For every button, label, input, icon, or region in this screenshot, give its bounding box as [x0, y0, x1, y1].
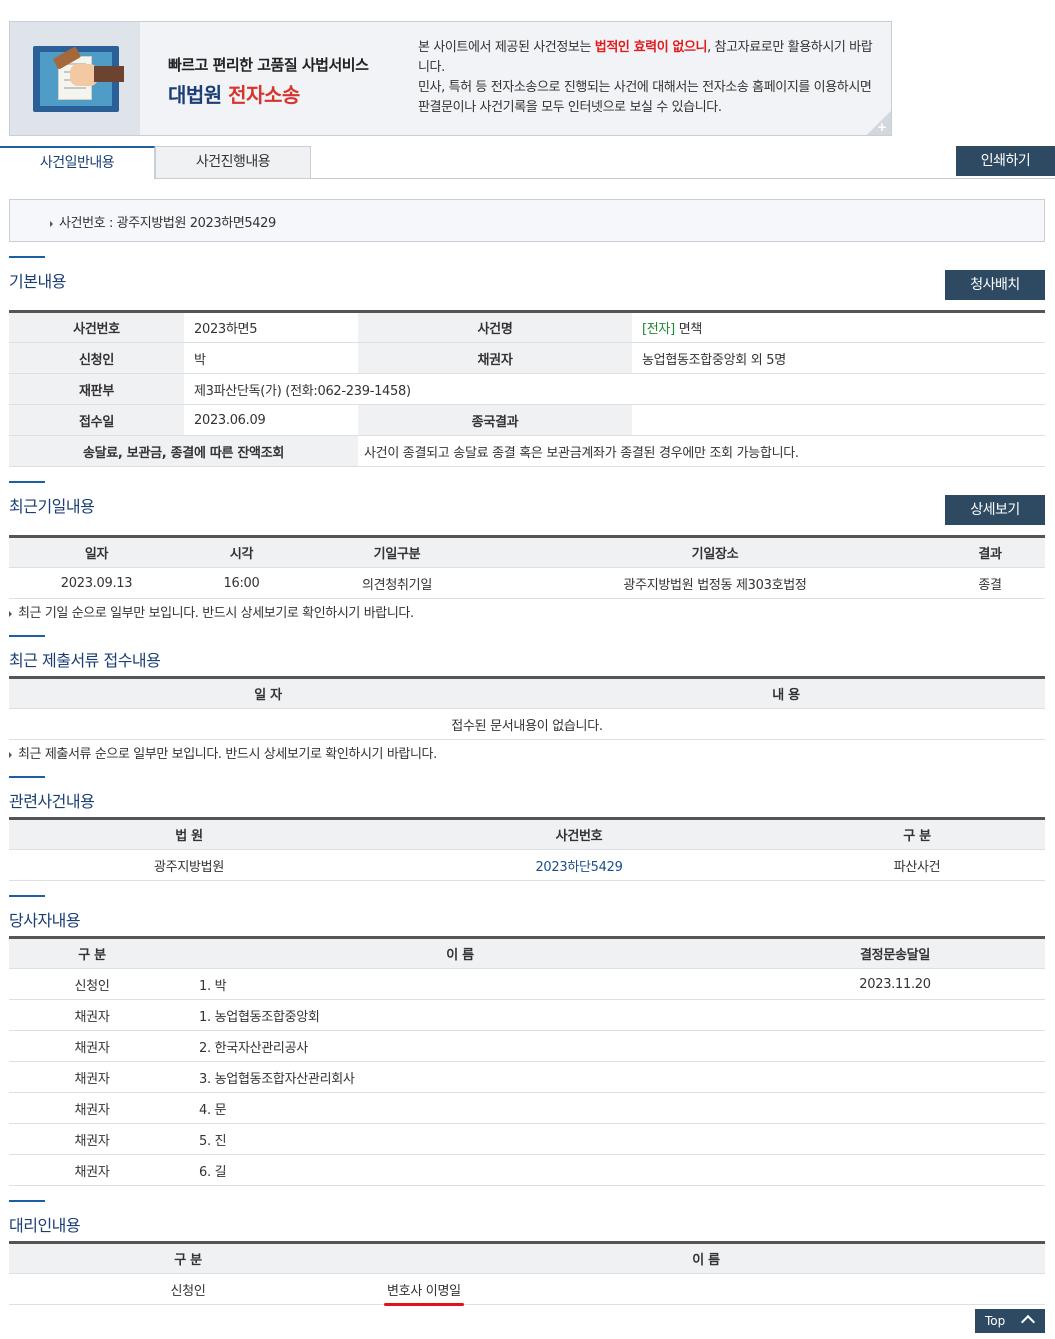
table-row: 채권자 3. 농업협동조합자산관리회사: [9, 1061, 1045, 1093]
section-title-hearings: 최근기일내용: [9, 481, 95, 517]
court-division-value: 제3파산단독(가) (전화:062-239-1458): [184, 373, 1045, 405]
agents-table: 구 분 이 름 신청인 변호사 이명일: [9, 1241, 1045, 1306]
table-row: 채권자 4. 문: [9, 1092, 1045, 1124]
table-row: 신청인 변호사 이명일: [9, 1273, 1045, 1306]
plus-icon: +: [876, 120, 887, 134]
table-row: 사건번호 2023하면5 사건명 [전자] 면책: [9, 311, 1045, 343]
table-row: 채권자 5. 진: [9, 1123, 1045, 1155]
received-date-value: 2023.06.09: [184, 404, 358, 436]
table-row: 재판부 제3파산단독(가) (전화:062-239-1458): [9, 373, 1045, 405]
banner-title: 대법원 전자소송: [168, 79, 368, 108]
filings-table: 일 자 내 용 접수된 문서내용이 없습니다.: [9, 676, 1045, 740]
banner-heading: 빠르고 편리한 고품질 사법서비스 대법원 전자소송: [168, 54, 369, 108]
table-row: 채권자 6. 길: [9, 1154, 1045, 1186]
scroll-top-button[interactable]: Top: [975, 1309, 1045, 1333]
table-row: 접수일 2023.06.09 종국결과: [9, 404, 1045, 436]
e-litigation-banner[interactable]: 빠르고 편리한 고품질 사법서비스 대법원 전자소송 본 사이트에서 제공된 사…: [9, 21, 892, 136]
arrow-bullet-icon: [9, 610, 12, 617]
table-header-row: 일 자 내 용: [9, 677, 1045, 709]
gavel-illustration: [10, 22, 140, 135]
table-row: 신청인 박 채권자 농업협동조합중앙회 외 5명: [9, 342, 1045, 374]
section-title-related: 관련사건내용: [9, 776, 95, 812]
case-name-value: [전자] 면책: [632, 311, 1045, 343]
hearings-table: 일자 시각 기일구분 기일장소 결과 2023.09.13 16:00 의견청취…: [9, 535, 1045, 599]
arrow-bullet-icon: [50, 220, 53, 227]
banner-title-brand: 대법원: [168, 83, 222, 107]
parties-table: 구 분 이 름 결정문송달일 신청인 1. 박 2023.11.20 채권자 1. 농…: [9, 936, 1045, 1186]
section-title-filings: 최근 제출서류 접수내용: [9, 635, 161, 671]
legal-warning: 법적인 효력이 없으니: [594, 40, 708, 55]
table-row: 송달료, 보관금, 종결에 따른 잔액조회 사건이 종결되고 송달료 종결 혹은…: [9, 435, 1045, 467]
banner-title-service: 전자소송: [228, 83, 300, 107]
creditor-value: 농업협동조합중앙회 외 5명: [632, 342, 1045, 374]
hearings-note: 최근 기일 순으로 일부만 보입니다. 반드시 상세보기로 확인하시기 바랍니다…: [9, 602, 414, 621]
empty-message: 접수된 문서내용이 없습니다.: [9, 708, 1045, 740]
table-header-row: 구 분 이 름: [9, 1242, 1045, 1274]
related-case-link[interactable]: 2023하단5429: [369, 849, 789, 881]
table-header-row: 구 분 이 름 결정문송달일: [9, 937, 1045, 969]
banner-more-button[interactable]: +: [867, 111, 891, 135]
courthouse-map-button[interactable]: 청사배치: [945, 270, 1045, 300]
tab-case-progress[interactable]: 사건진행내용: [155, 146, 311, 179]
case-number-header: 사건번호 : 광주지방법원 2023하면5429: [9, 199, 1045, 242]
table-row: 채권자 2. 한국자산관리공사: [9, 1030, 1045, 1062]
filings-note: 최근 제출서류 순으로 일부만 보입니다. 반드시 상세보기로 확인하시기 바랍…: [9, 743, 437, 762]
table-row: 접수된 문서내용이 없습니다.: [9, 708, 1045, 740]
section-title-parties: 당사자내용: [9, 895, 81, 931]
agent-name: 변호사 이명일: [384, 1280, 464, 1306]
table-row: 신청인 1. 박 2023.11.20: [9, 968, 1045, 1000]
section-title-agents: 대리인내용: [9, 1200, 81, 1236]
table-header-row: 법 원 사건번호 구 분: [9, 818, 1045, 850]
arrow-bullet-icon: [9, 751, 12, 758]
table-row: 광주지방법원 2023하단5429 파산사건: [9, 849, 1045, 881]
electronic-tag: [전자]: [642, 322, 675, 337]
print-button[interactable]: 인쇄하기: [956, 146, 1055, 176]
banner-notice: 본 사이트에서 제공된 사건정보는 법적인 효력이 없으니, 참고자료로만 활용…: [418, 40, 873, 115]
basic-info-table: 사건번호 2023하면5 사건명 [전자] 면책 신청인 박 채권자 농업협동조…: [9, 310, 1045, 467]
table-row: 2023.09.13 16:00 의견청취기일 광주지방법원 법정동 제303호…: [9, 567, 1045, 599]
chevron-up-icon: [1020, 1314, 1036, 1330]
section-title-basic: 기본내용: [9, 256, 66, 292]
related-cases-table: 법 원 사건번호 구 분 광주지방법원 2023하단5429 파산사건: [9, 817, 1045, 881]
balance-inquiry-value: 사건이 종결되고 송달료 종결 혹은 보관금계좌가 종결된 경우에만 조회 가능…: [358, 435, 1045, 467]
case-number-text: 사건번호 : 광주지방법원 2023하면5429: [59, 216, 276, 231]
case-tabs: 사건일반내용 사건진행내용: [0, 146, 1055, 179]
table-header-row: 일자 시각 기일구분 기일장소 결과: [9, 536, 1045, 568]
banner-subtitle: 빠르고 편리한 고품질 사법서비스: [168, 56, 369, 74]
case-number-value: 2023하면5: [184, 311, 358, 343]
applicant-value: 박: [184, 342, 358, 374]
tab-case-general[interactable]: 사건일반내용: [0, 146, 155, 179]
view-details-button[interactable]: 상세보기: [945, 495, 1045, 525]
table-row: 채권자 1. 농업협동조합중앙회: [9, 999, 1045, 1031]
final-result-value: [632, 404, 1045, 436]
